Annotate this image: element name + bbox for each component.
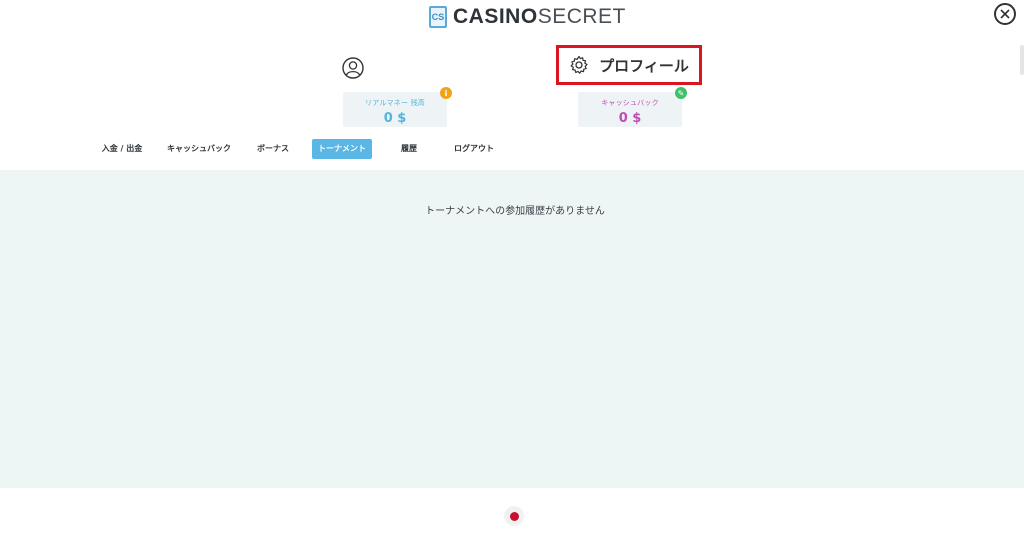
tab-tournament[interactable]: トーナメント xyxy=(312,139,372,159)
close-button[interactable] xyxy=(994,3,1016,25)
empty-state-message: トーナメントへの参加履歴がありません xyxy=(425,206,605,217)
info-icon[interactable]: i xyxy=(440,87,452,99)
tab-deposit-withdraw[interactable]: 入金 / 出金 xyxy=(92,139,152,159)
casino-secret-logo[interactable]: CS CASINOSECRET xyxy=(429,5,626,29)
cashback-balance-card: キャッシュバック 0 $ ✎ xyxy=(578,87,687,127)
tab-logout[interactable]: ログアウト xyxy=(446,139,502,159)
tournament-content-panel: トーナメントへの参加履歴がありません xyxy=(0,170,1024,488)
tab-bonus[interactable]: ボーナス xyxy=(250,139,296,159)
profile-button[interactable]: プロフィール xyxy=(556,45,702,85)
cashback-value: 0 $ xyxy=(618,111,642,126)
real-money-value: 0 $ xyxy=(383,111,407,126)
edit-icon[interactable]: ✎ xyxy=(675,87,687,99)
gear-icon xyxy=(570,55,588,74)
real-money-label: リアルマネー 残高 xyxy=(365,99,425,107)
tab-cashback[interactable]: キャッシュバック xyxy=(162,139,236,159)
cashback-label: キャッシュバック xyxy=(601,99,659,107)
logo-text-light: SECRET xyxy=(537,5,626,28)
real-money-balance-card: リアルマネー 残高 0 $ i xyxy=(343,87,452,127)
indicator-dot xyxy=(509,511,519,521)
logo-text-bold: CASINO xyxy=(453,5,538,28)
tab-history[interactable]: 履歴 xyxy=(392,139,426,159)
logo-mark: CS xyxy=(429,6,447,28)
page-indicator-dot[interactable] xyxy=(504,506,524,526)
close-icon xyxy=(1000,9,1010,19)
user-icon[interactable] xyxy=(342,57,364,79)
profile-label: プロフィール xyxy=(599,56,689,75)
logo-text: CASINOSECRET xyxy=(453,5,626,29)
scrollbar[interactable] xyxy=(1020,45,1024,75)
